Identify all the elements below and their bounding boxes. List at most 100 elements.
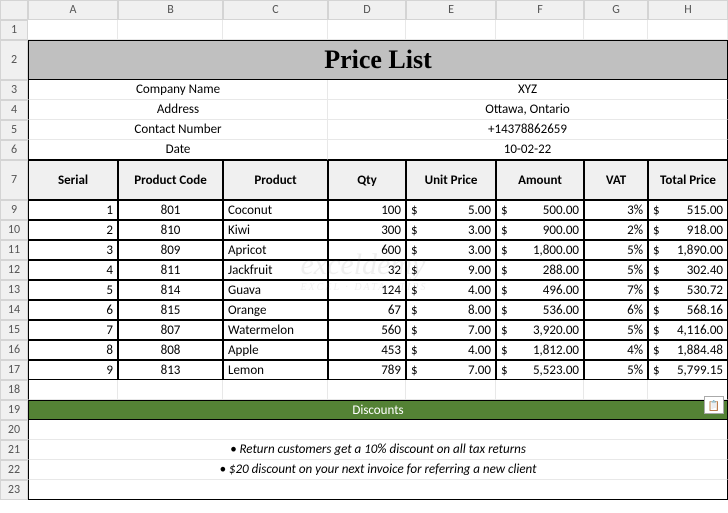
cell-code[interactable]: 807	[118, 320, 223, 340]
cell-product[interactable]: Jackfruit	[223, 260, 328, 280]
empty-cell[interactable]	[328, 380, 406, 400]
cell-unit[interactable]: $4.00	[406, 340, 496, 360]
cell-total[interactable]: $515.00	[648, 200, 728, 220]
row-header-7[interactable]: 7	[0, 160, 28, 200]
row-header-4[interactable]: 4	[0, 100, 28, 120]
cell-unit[interactable]: $3.00	[406, 240, 496, 260]
empty-cell[interactable]	[496, 20, 584, 40]
paste-options-icon[interactable]: 📋	[704, 396, 724, 414]
cell-total[interactable]: $568.16	[648, 300, 728, 320]
cell-serial[interactable]: 8	[28, 340, 118, 360]
cell-product[interactable]: Coconut	[223, 200, 328, 220]
cell-amount[interactable]: $288.00	[496, 260, 584, 280]
row-header-10[interactable]: 10	[0, 220, 28, 240]
cell-serial[interactable]: 7	[28, 320, 118, 340]
cell-unit[interactable]: $8.00	[406, 300, 496, 320]
cell-total[interactable]: $918.00	[648, 220, 728, 240]
empty-cell[interactable]	[584, 20, 648, 40]
cell-vat[interactable]: 5%	[584, 260, 648, 280]
empty-cell[interactable]	[28, 380, 118, 400]
cell-unit[interactable]: $7.00	[406, 320, 496, 340]
cell-amount[interactable]: $5,523.00	[496, 360, 584, 380]
spreadsheet-grid[interactable]: ABCDEFGH12Price List3Company NameXYZ4Add…	[0, 0, 728, 500]
row-header-12[interactable]: 12	[0, 260, 28, 280]
empty-cell[interactable]	[406, 380, 496, 400]
cell-serial[interactable]: 2	[28, 220, 118, 240]
row-header-11[interactable]: 11	[0, 240, 28, 260]
cell-qty[interactable]: 560	[328, 320, 406, 340]
row-header-6[interactable]: 6	[0, 140, 28, 160]
cell-vat[interactable]: 2%	[584, 220, 648, 240]
cell-unit[interactable]: $7.00	[406, 360, 496, 380]
cell-amount[interactable]: $3,920.00	[496, 320, 584, 340]
row-header-22[interactable]: 22	[0, 460, 28, 480]
select-all-corner[interactable]	[0, 0, 28, 20]
row-header-23[interactable]: 23	[0, 480, 28, 500]
cell-serial[interactable]: 3	[28, 240, 118, 260]
cell-unit[interactable]: $4.00	[406, 280, 496, 300]
cell-unit[interactable]: $5.00	[406, 200, 496, 220]
row-header-20[interactable]: 20	[0, 420, 28, 440]
cell-serial[interactable]: 1	[28, 200, 118, 220]
column-header-D[interactable]: D	[328, 0, 406, 20]
cell-qty[interactable]: 100	[328, 200, 406, 220]
cell-product[interactable]: Apricot	[223, 240, 328, 260]
cell-total[interactable]: $4,116.00	[648, 320, 728, 340]
empty-cell[interactable]	[118, 380, 223, 400]
cell-product[interactable]: Kiwi	[223, 220, 328, 240]
cell-serial[interactable]: 4	[28, 260, 118, 280]
cell-qty[interactable]: 600	[328, 240, 406, 260]
cell-product[interactable]: Orange	[223, 300, 328, 320]
empty-cell[interactable]	[584, 380, 648, 400]
cell-product[interactable]: Guava	[223, 280, 328, 300]
cell-amount[interactable]: $500.00	[496, 200, 584, 220]
row-header-17[interactable]: 17	[0, 360, 28, 380]
row-header-16[interactable]: 16	[0, 340, 28, 360]
empty-cell[interactable]	[223, 380, 328, 400]
cell-qty[interactable]: 32	[328, 260, 406, 280]
cell-amount[interactable]: $536.00	[496, 300, 584, 320]
column-header-F[interactable]: F	[496, 0, 584, 20]
cell-code[interactable]: 815	[118, 300, 223, 320]
row-header-14[interactable]: 14	[0, 300, 28, 320]
row-header-1[interactable]: 1	[0, 20, 28, 40]
empty-cell[interactable]	[118, 20, 223, 40]
empty-cell[interactable]	[223, 20, 328, 40]
column-header-G[interactable]: G	[584, 0, 648, 20]
cell-serial[interactable]: 5	[28, 280, 118, 300]
cell-amount[interactable]: $900.00	[496, 220, 584, 240]
cell-vat[interactable]: 4%	[584, 340, 648, 360]
cell-unit[interactable]: $9.00	[406, 260, 496, 280]
row-header-21[interactable]: 21	[0, 440, 28, 460]
row-header-15[interactable]: 15	[0, 320, 28, 340]
cell-total[interactable]: $1,884.48	[648, 340, 728, 360]
empty-cell[interactable]	[328, 20, 406, 40]
cell-total[interactable]: $1,890.00	[648, 240, 728, 260]
cell-qty[interactable]: 300	[328, 220, 406, 240]
cell-total[interactable]: $5,799.15	[648, 360, 728, 380]
cell-serial[interactable]: 6	[28, 300, 118, 320]
cell-serial[interactable]: 9	[28, 360, 118, 380]
row-header-19[interactable]: 19	[0, 400, 28, 420]
column-header-H[interactable]: H	[648, 0, 728, 20]
cell-qty[interactable]: 453	[328, 340, 406, 360]
cell-code[interactable]: 808	[118, 340, 223, 360]
empty-cell[interactable]	[28, 20, 118, 40]
empty-cell[interactable]	[496, 380, 584, 400]
cell-amount[interactable]: $1,812.00	[496, 340, 584, 360]
cell-total[interactable]: $530.72	[648, 280, 728, 300]
cell-qty[interactable]: 124	[328, 280, 406, 300]
cell-qty[interactable]: 67	[328, 300, 406, 320]
cell-vat[interactable]: 5%	[584, 320, 648, 340]
column-header-E[interactable]: E	[406, 0, 496, 20]
cell-code[interactable]: 809	[118, 240, 223, 260]
row-header-13[interactable]: 13	[0, 280, 28, 300]
row-header-5[interactable]: 5	[0, 120, 28, 140]
cell-product[interactable]: Lemon	[223, 360, 328, 380]
cell-code[interactable]: 801	[118, 200, 223, 220]
cell-qty[interactable]: 789	[328, 360, 406, 380]
column-header-B[interactable]: B	[118, 0, 223, 20]
row-header-2[interactable]: 2	[0, 40, 28, 80]
cell-unit[interactable]: $3.00	[406, 220, 496, 240]
cell-product[interactable]: Apple	[223, 340, 328, 360]
